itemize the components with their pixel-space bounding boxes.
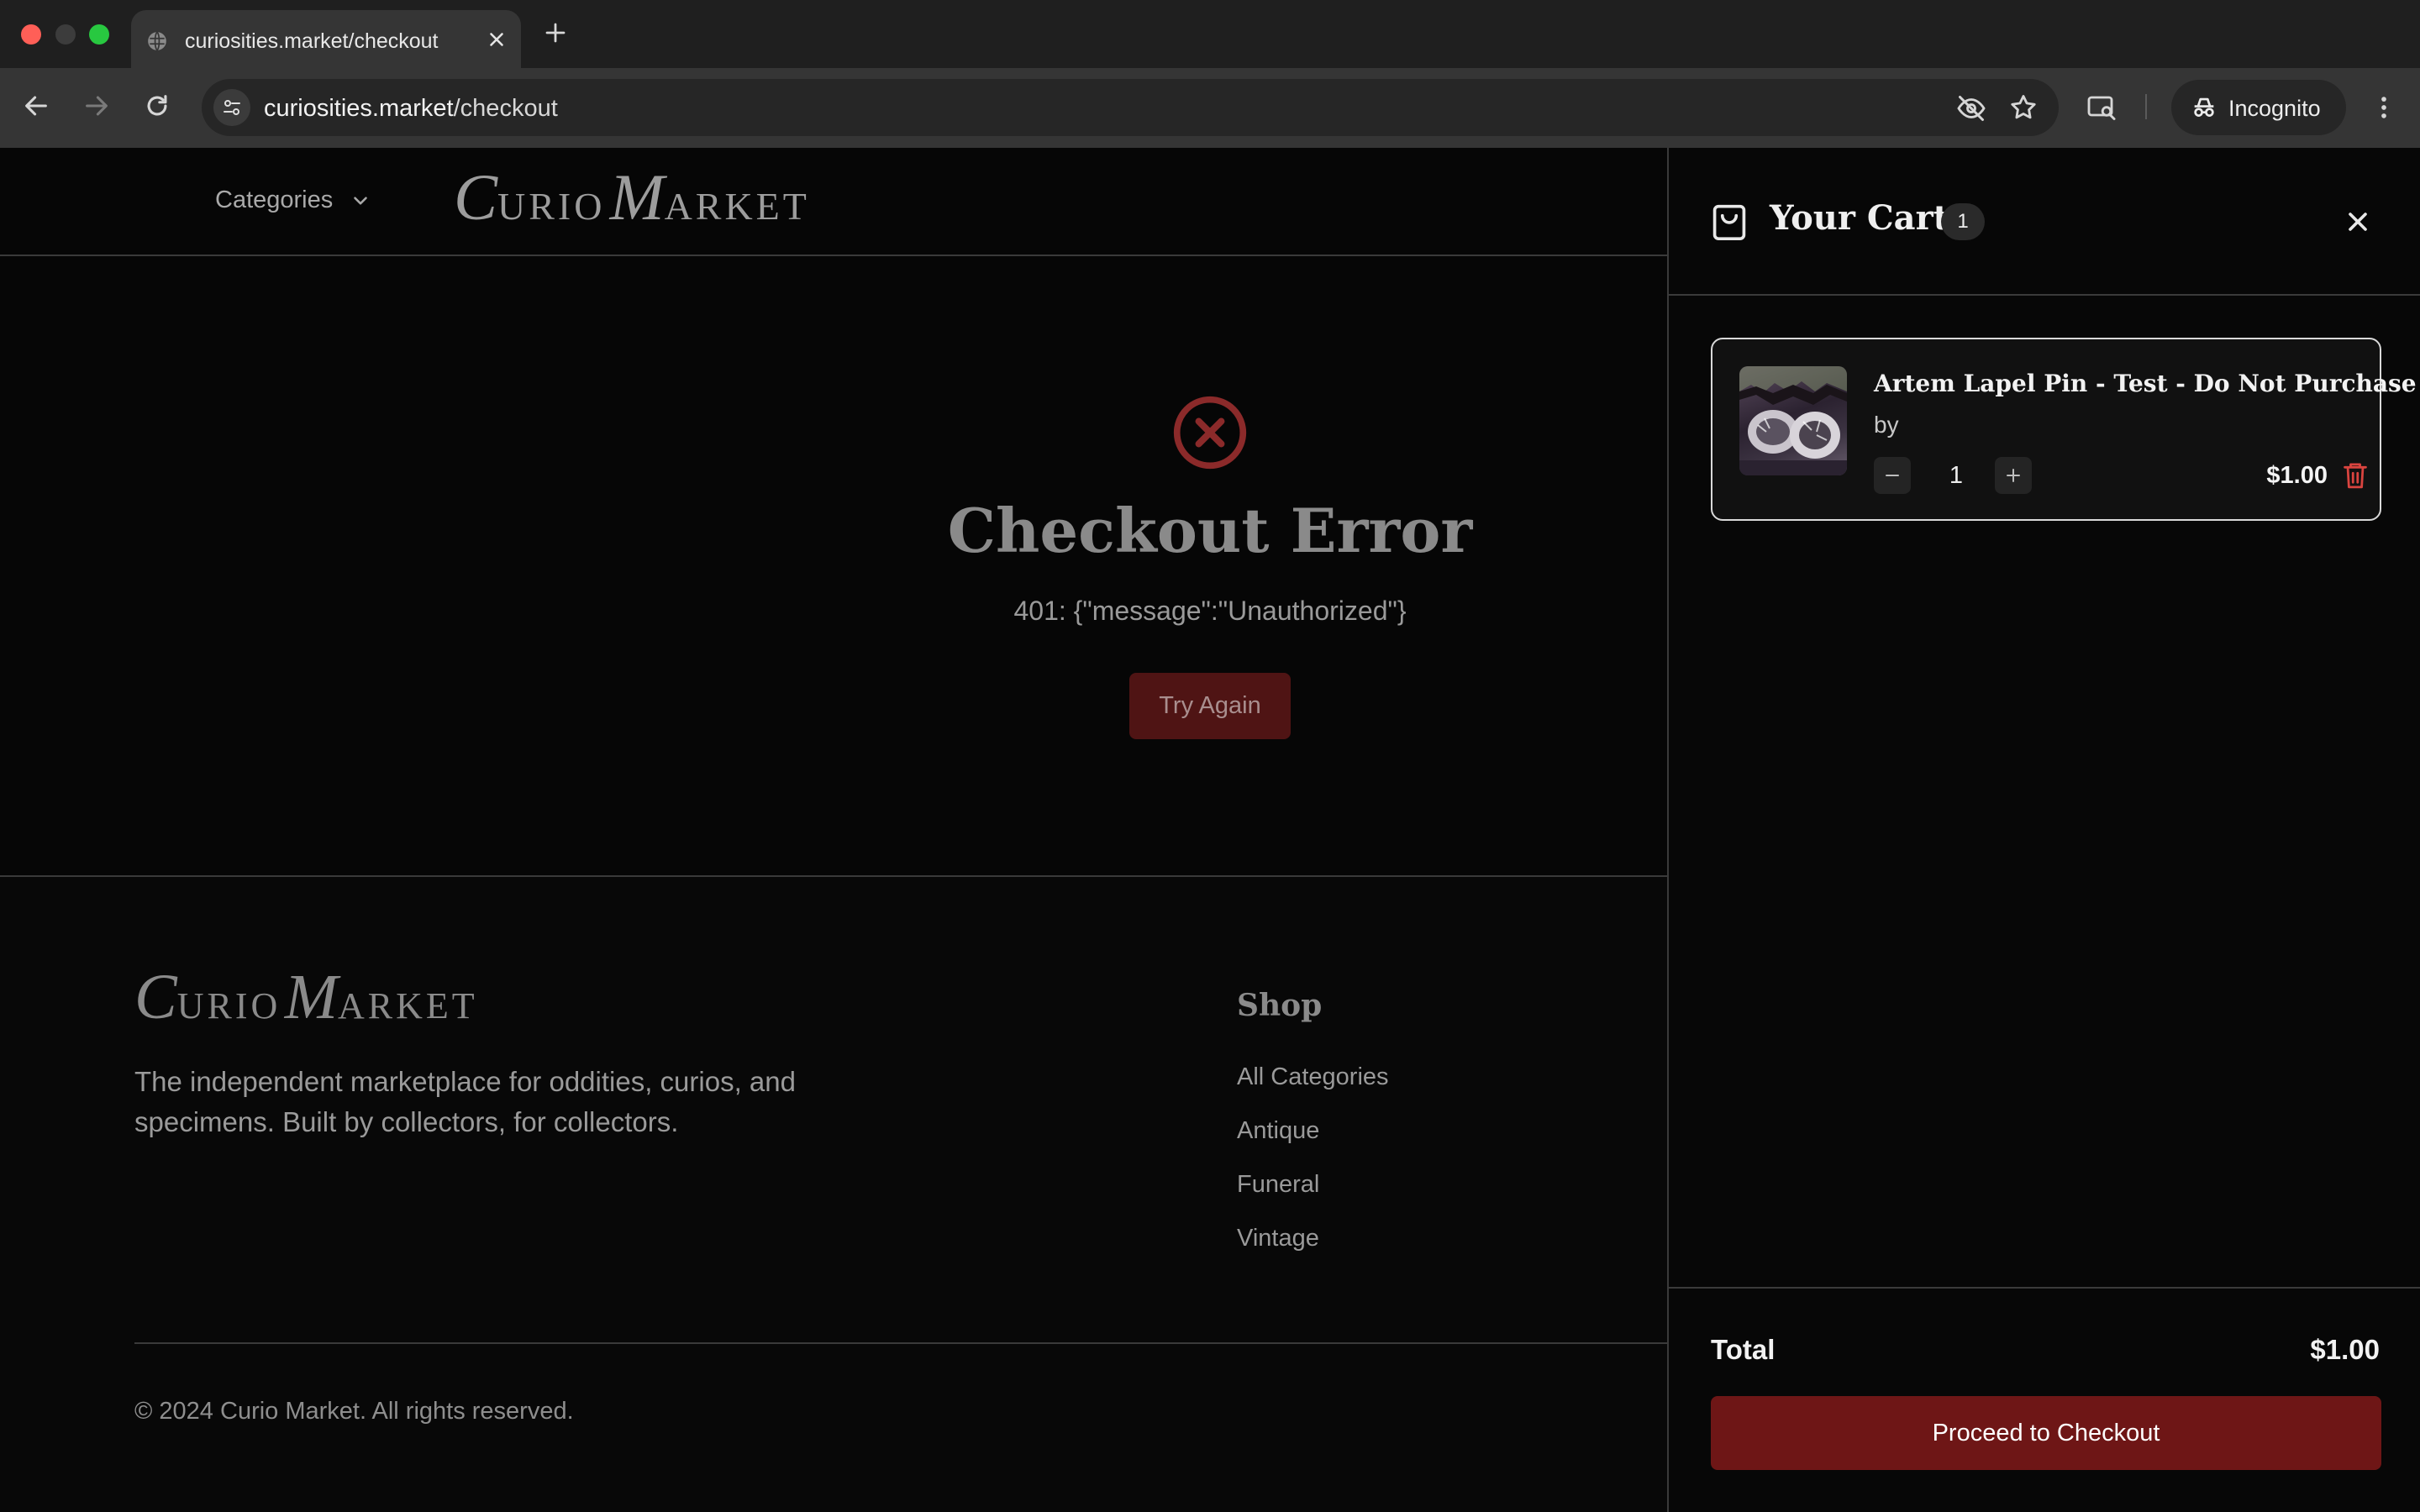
footer-link-vintage[interactable]: Vintage <box>1237 1225 1389 1278</box>
footer-shop-links: All Categories Antique Funeral Vintage <box>1237 1063 1389 1278</box>
footer-link-all-categories[interactable]: All Categories <box>1237 1063 1389 1117</box>
site-header: Categories CURIO MARKET <box>0 148 1667 256</box>
error-message: 401: {"message":"Unauthorized"} <box>1013 596 1407 626</box>
footer-tagline: The independent marketplace for oddities… <box>134 1066 796 1137</box>
forward-arrow-icon[interactable] <box>82 92 111 120</box>
globe-icon <box>148 31 166 51</box>
site-logo[interactable]: CURIO MARKET <box>454 160 810 235</box>
footer-copyright: © 2024 Curio Market. All rights reserved… <box>134 1398 574 1425</box>
more-menu-icon[interactable] <box>2370 93 2398 122</box>
incognito-icon <box>2194 97 2214 117</box>
url-text: curiosities.market/checkout <box>264 95 558 122</box>
cart-header: Your Cart 1 <box>1669 148 2420 296</box>
minus-icon <box>1886 475 1899 476</box>
cart-footer: Total $1.00 Proceed to Checkout <box>1669 1287 2420 1512</box>
close-tab-icon[interactable] <box>486 29 508 50</box>
page-content: Categories CURIO MARKET Checkout Error 4… <box>0 148 1667 1512</box>
product-thumbnail[interactable] <box>1739 366 1847 475</box>
browser-tabstrip: curiosities.market/checkout <box>0 0 2420 68</box>
incognito-badge[interactable]: Incognito <box>2171 80 2346 135</box>
window-minimize-button[interactable] <box>55 24 76 45</box>
window-close-button[interactable] <box>21 24 41 45</box>
trash-icon[interactable] <box>2341 460 2370 491</box>
total-label: Total <box>1711 1334 1776 1365</box>
window-zoom-button[interactable] <box>89 24 109 45</box>
back-arrow-icon[interactable] <box>22 92 50 120</box>
item-name[interactable]: Artem Lapel Pin - Test - Do Not Purchase <box>1874 370 2417 397</box>
cart-title: Your Cart <box>1770 198 1949 238</box>
tune-icon <box>224 100 240 115</box>
chevron-down-icon <box>354 196 368 205</box>
browser-tab-active[interactable]: curiosities.market/checkout <box>131 10 521 68</box>
address-bar[interactable]: curiosities.market/checkout <box>202 79 2059 136</box>
item-seller: by <box>1874 412 1899 438</box>
quantity-value: 1 <box>1949 462 1964 489</box>
tab-search-icon[interactable] <box>2086 92 2117 123</box>
shopping-bag-icon <box>1712 204 1746 240</box>
site-info-button[interactable] <box>213 89 250 126</box>
try-again-button[interactable]: Try Again <box>1129 673 1291 739</box>
product-image <box>1739 366 1847 475</box>
categories-label: Categories <box>215 186 334 213</box>
footer-link-antique[interactable]: Antique <box>1237 1117 1389 1171</box>
footer-link-funeral[interactable]: Funeral <box>1237 1171 1389 1225</box>
proceed-to-checkout-button[interactable]: Proceed to Checkout <box>1711 1396 2381 1470</box>
cart-item: Artem Lapel Pin - Test - Do Not Purchase… <box>1711 338 2417 521</box>
error-x-circle-icon <box>1173 396 1247 470</box>
cart-drawer: Your Cart 1 Artem Lapel Pin - Test - Do … <box>1667 148 2420 1512</box>
close-icon[interactable] <box>2343 207 2373 237</box>
footer-divider <box>134 1342 1667 1344</box>
toolbar-divider <box>2145 94 2147 119</box>
categories-menu-button[interactable]: Categories <box>215 186 371 214</box>
footer-logo[interactable]: CURIO MARKET <box>134 961 478 1034</box>
checkout-error-panel: Checkout Error 401: {"message":"Unauthor… <box>0 258 1667 875</box>
new-tab-icon[interactable] <box>543 20 568 45</box>
browser-toolbar: curiosities.market/checkout Incognito <box>0 68 2420 148</box>
bookmark-star-icon[interactable] <box>2008 92 2039 123</box>
footer-shop-heading: Shop <box>1237 988 1323 1023</box>
quantity-decrease-button[interactable] <box>1874 457 1911 494</box>
incognito-label: Incognito <box>2228 96 2321 121</box>
error-title: Checkout Error <box>947 495 1473 566</box>
eye-off-icon[interactable] <box>1956 93 1986 123</box>
tab-title: curiosities.market/checkout <box>185 29 439 53</box>
cart-count-badge: 1 <box>1941 203 1985 240</box>
total-value: $1.00 <box>2310 1334 2380 1365</box>
plus-icon <box>2007 469 2020 482</box>
reload-icon[interactable] <box>143 92 171 120</box>
quantity-increase-button[interactable] <box>1995 457 2032 494</box>
item-price: $1.00 <box>2266 462 2328 489</box>
